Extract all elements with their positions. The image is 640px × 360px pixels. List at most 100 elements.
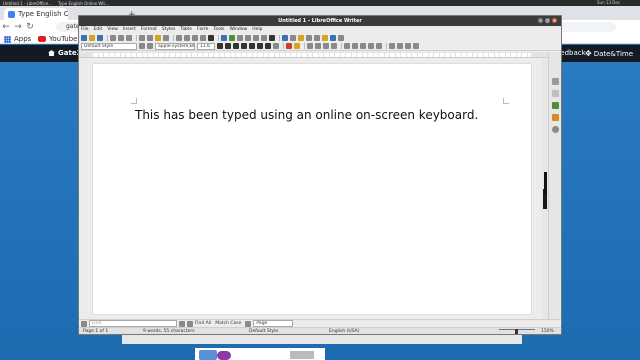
cut-icon[interactable] (139, 34, 145, 41)
maximize-icon[interactable]: □ (545, 18, 550, 23)
status-page-style[interactable]: Default Style (249, 329, 278, 334)
status-language[interactable]: English (USA) (329, 329, 360, 334)
font-color-icon[interactable] (286, 43, 292, 49)
find-previous-icon[interactable] (179, 320, 185, 327)
status-page-count[interactable]: Page 1 of 1 (83, 329, 108, 334)
menu-tools[interactable]: Tools (213, 27, 224, 32)
insert-textbox-icon[interactable] (245, 34, 251, 41)
sidebar-properties-icon[interactable] (552, 90, 559, 97)
bookmark-apps[interactable]: Apps (4, 35, 31, 43)
insert-special-character-icon[interactable] (269, 34, 275, 41)
update-style-icon[interactable] (139, 43, 145, 49)
outline-icon[interactable] (360, 43, 366, 49)
open-icon[interactable] (89, 34, 95, 41)
ad-banner[interactable] (195, 348, 325, 360)
forward-icon[interactable]: → (12, 22, 24, 32)
reload-icon[interactable]: ↻ (24, 22, 36, 32)
sidebar-styles-icon[interactable] (552, 102, 559, 109)
export-pdf-icon[interactable] (110, 34, 116, 41)
taskbar-item-browser[interactable]: Type English Online Wit... (55, 1, 112, 6)
horizontal-ruler[interactable] (79, 52, 561, 58)
site-datetime-link[interactable]: ✥ Date&Time (585, 49, 633, 58)
bold-icon[interactable] (217, 43, 223, 49)
insert-hyperlink-icon[interactable] (282, 34, 288, 41)
insert-line-icon[interactable] (314, 34, 320, 41)
insert-table-icon[interactable] (221, 34, 227, 41)
back-icon[interactable]: ← (0, 22, 12, 32)
paragraph-above-icon[interactable] (389, 43, 395, 49)
new-document-icon[interactable] (81, 34, 87, 41)
paragraph-below-icon[interactable] (397, 43, 403, 49)
insert-footnote-icon[interactable] (290, 34, 296, 41)
close-icon[interactable]: × (552, 18, 557, 23)
writer-titlebar[interactable]: Untitled 1 - LibreOffice Writer – □ × (79, 16, 561, 26)
superscript-icon[interactable] (249, 43, 255, 49)
navigate-by-icon[interactable] (245, 320, 252, 327)
decrease-indent-icon[interactable] (376, 43, 382, 49)
menu-table[interactable]: Table (180, 27, 192, 32)
track-changes-icon[interactable] (306, 34, 312, 41)
insert-chart-icon[interactable] (237, 34, 243, 41)
subscript-icon[interactable] (257, 43, 263, 49)
insert-comment-icon[interactable] (298, 34, 304, 41)
highlight-color-icon[interactable] (294, 43, 300, 49)
minimize-icon[interactable]: – (538, 18, 543, 23)
copy-icon[interactable] (147, 34, 153, 41)
more-options-icon[interactable] (338, 34, 344, 41)
basic-shapes-icon[interactable] (322, 34, 328, 41)
document-page[interactable]: This has been typed using an online on-s… (93, 64, 531, 314)
menu-help[interactable]: Help (252, 27, 262, 32)
save-icon[interactable] (97, 34, 103, 41)
status-word-count[interactable]: 9 words, 55 characters (143, 329, 195, 334)
clone-formatting-icon[interactable] (163, 34, 169, 41)
draw-functions-icon[interactable] (330, 34, 336, 41)
menu-format[interactable]: Format (141, 27, 157, 32)
find-next-icon[interactable] (187, 320, 193, 327)
paste-icon[interactable] (155, 34, 161, 41)
redo-icon[interactable] (184, 34, 190, 41)
menu-edit[interactable]: Edit (94, 27, 103, 32)
menu-view[interactable]: View (107, 27, 118, 32)
font-name-box[interactable]: apple-system;Bli (155, 42, 195, 50)
menu-form[interactable]: Form (197, 27, 208, 32)
numbering-icon[interactable] (352, 43, 358, 49)
line-spacing-icon[interactable] (405, 43, 411, 49)
menu-window[interactable]: Window (229, 27, 247, 32)
insert-image-icon[interactable] (229, 34, 235, 41)
find-all-button[interactable]: Find All (195, 321, 211, 326)
find-input[interactable]: Find (89, 320, 177, 327)
italic-icon[interactable] (225, 43, 231, 49)
undo-icon[interactable] (176, 34, 182, 41)
zoom-slider-handle[interactable] (515, 329, 518, 334)
paragraph-style-box[interactable]: Default Style (81, 42, 137, 50)
print-preview-icon[interactable] (126, 34, 132, 41)
new-style-icon[interactable] (147, 43, 153, 49)
shadow-icon[interactable] (265, 43, 271, 49)
sidebar-settings-icon[interactable] (552, 78, 559, 85)
font-size-box[interactable]: 11.6 (197, 42, 215, 50)
menu-file[interactable]: File (81, 27, 89, 32)
insert-page-break-icon[interactable] (253, 34, 259, 41)
increase-indent-icon[interactable] (368, 43, 374, 49)
align-right-icon[interactable] (323, 43, 329, 49)
align-center-icon[interactable] (315, 43, 321, 49)
sidebar-navigator-icon[interactable] (552, 126, 559, 133)
sidebar-gallery-icon[interactable] (552, 114, 559, 121)
document-body-text[interactable]: This has been typed using an online on-s… (135, 108, 478, 122)
close-find-icon[interactable] (81, 320, 87, 327)
underline-icon[interactable] (233, 43, 239, 49)
navigate-by-select[interactable]: Page (253, 320, 294, 327)
browser-tab-active[interactable]: Type English Onlin (4, 8, 68, 20)
spelling-icon[interactable] (200, 34, 206, 41)
justify-icon[interactable] (331, 43, 337, 49)
strikethrough-icon[interactable] (241, 43, 247, 49)
menu-styles[interactable]: Styles (162, 27, 176, 32)
paragraph-icon[interactable] (413, 43, 419, 49)
taskbar-item-writer[interactable]: Untitled 1 - LibreOffice... (0, 1, 55, 6)
match-case-checkbox[interactable]: Match Case (215, 321, 241, 326)
formatting-marks-icon[interactable] (208, 34, 214, 41)
clear-formatting-icon[interactable] (273, 43, 279, 49)
insert-field-icon[interactable] (261, 34, 267, 41)
menu-insert[interactable]: Insert (123, 27, 136, 32)
bullets-icon[interactable] (344, 43, 350, 49)
